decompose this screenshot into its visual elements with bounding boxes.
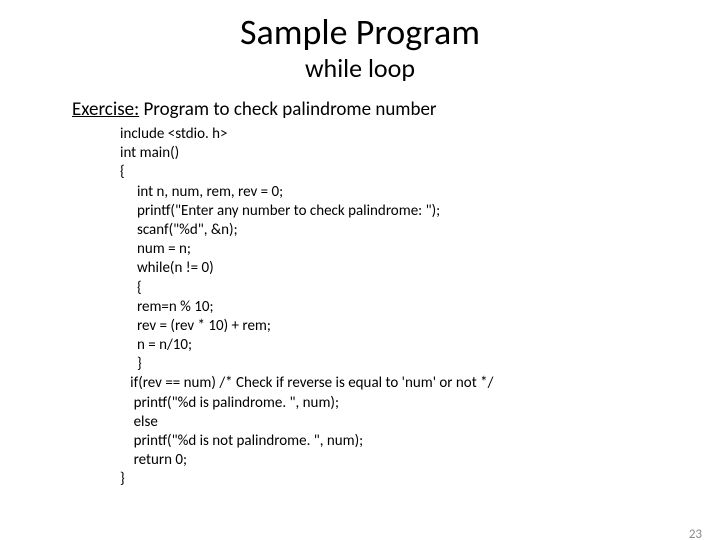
code-line: if(rev == num) /* Check if reverse is eq… bbox=[120, 374, 493, 392]
page-number: 23 bbox=[689, 527, 702, 540]
code-line: } bbox=[120, 355, 142, 373]
code-line: n = n/10; bbox=[120, 336, 192, 354]
code-line: printf("%d is not palindrome. ", num); bbox=[120, 432, 363, 450]
code-line: else bbox=[120, 413, 158, 431]
code-line: int n, num, rem, rev = 0; bbox=[120, 183, 283, 201]
code-line: num = n; bbox=[120, 240, 191, 258]
exercise-label: Exercise: bbox=[72, 98, 139, 121]
code-block: include <stdio. h> int main() { int n, n… bbox=[120, 125, 720, 490]
code-line: { bbox=[120, 163, 125, 181]
code-line: include <stdio. h> bbox=[120, 125, 228, 143]
code-line: while(n != 0) bbox=[120, 259, 214, 277]
exercise-text: Program to check palindrome number bbox=[139, 98, 436, 121]
exercise-line: Exercise: Program to check palindrome nu… bbox=[72, 98, 720, 121]
slide-subtitle: while loop bbox=[0, 52, 720, 84]
code-line: scanf("%d", &n); bbox=[120, 221, 238, 239]
slide-title: Sample Program bbox=[0, 14, 720, 50]
code-line: rev = (rev * 10) + rem; bbox=[120, 317, 271, 335]
code-line: return 0; bbox=[120, 451, 187, 469]
code-line: printf("Enter any number to check palind… bbox=[120, 202, 440, 220]
code-line: printf("%d is palindrome. ", num); bbox=[120, 394, 339, 412]
code-line: int main() bbox=[120, 144, 179, 162]
code-line: { bbox=[120, 279, 142, 297]
code-line: } bbox=[120, 470, 125, 488]
code-line: rem=n % 10; bbox=[120, 298, 214, 316]
